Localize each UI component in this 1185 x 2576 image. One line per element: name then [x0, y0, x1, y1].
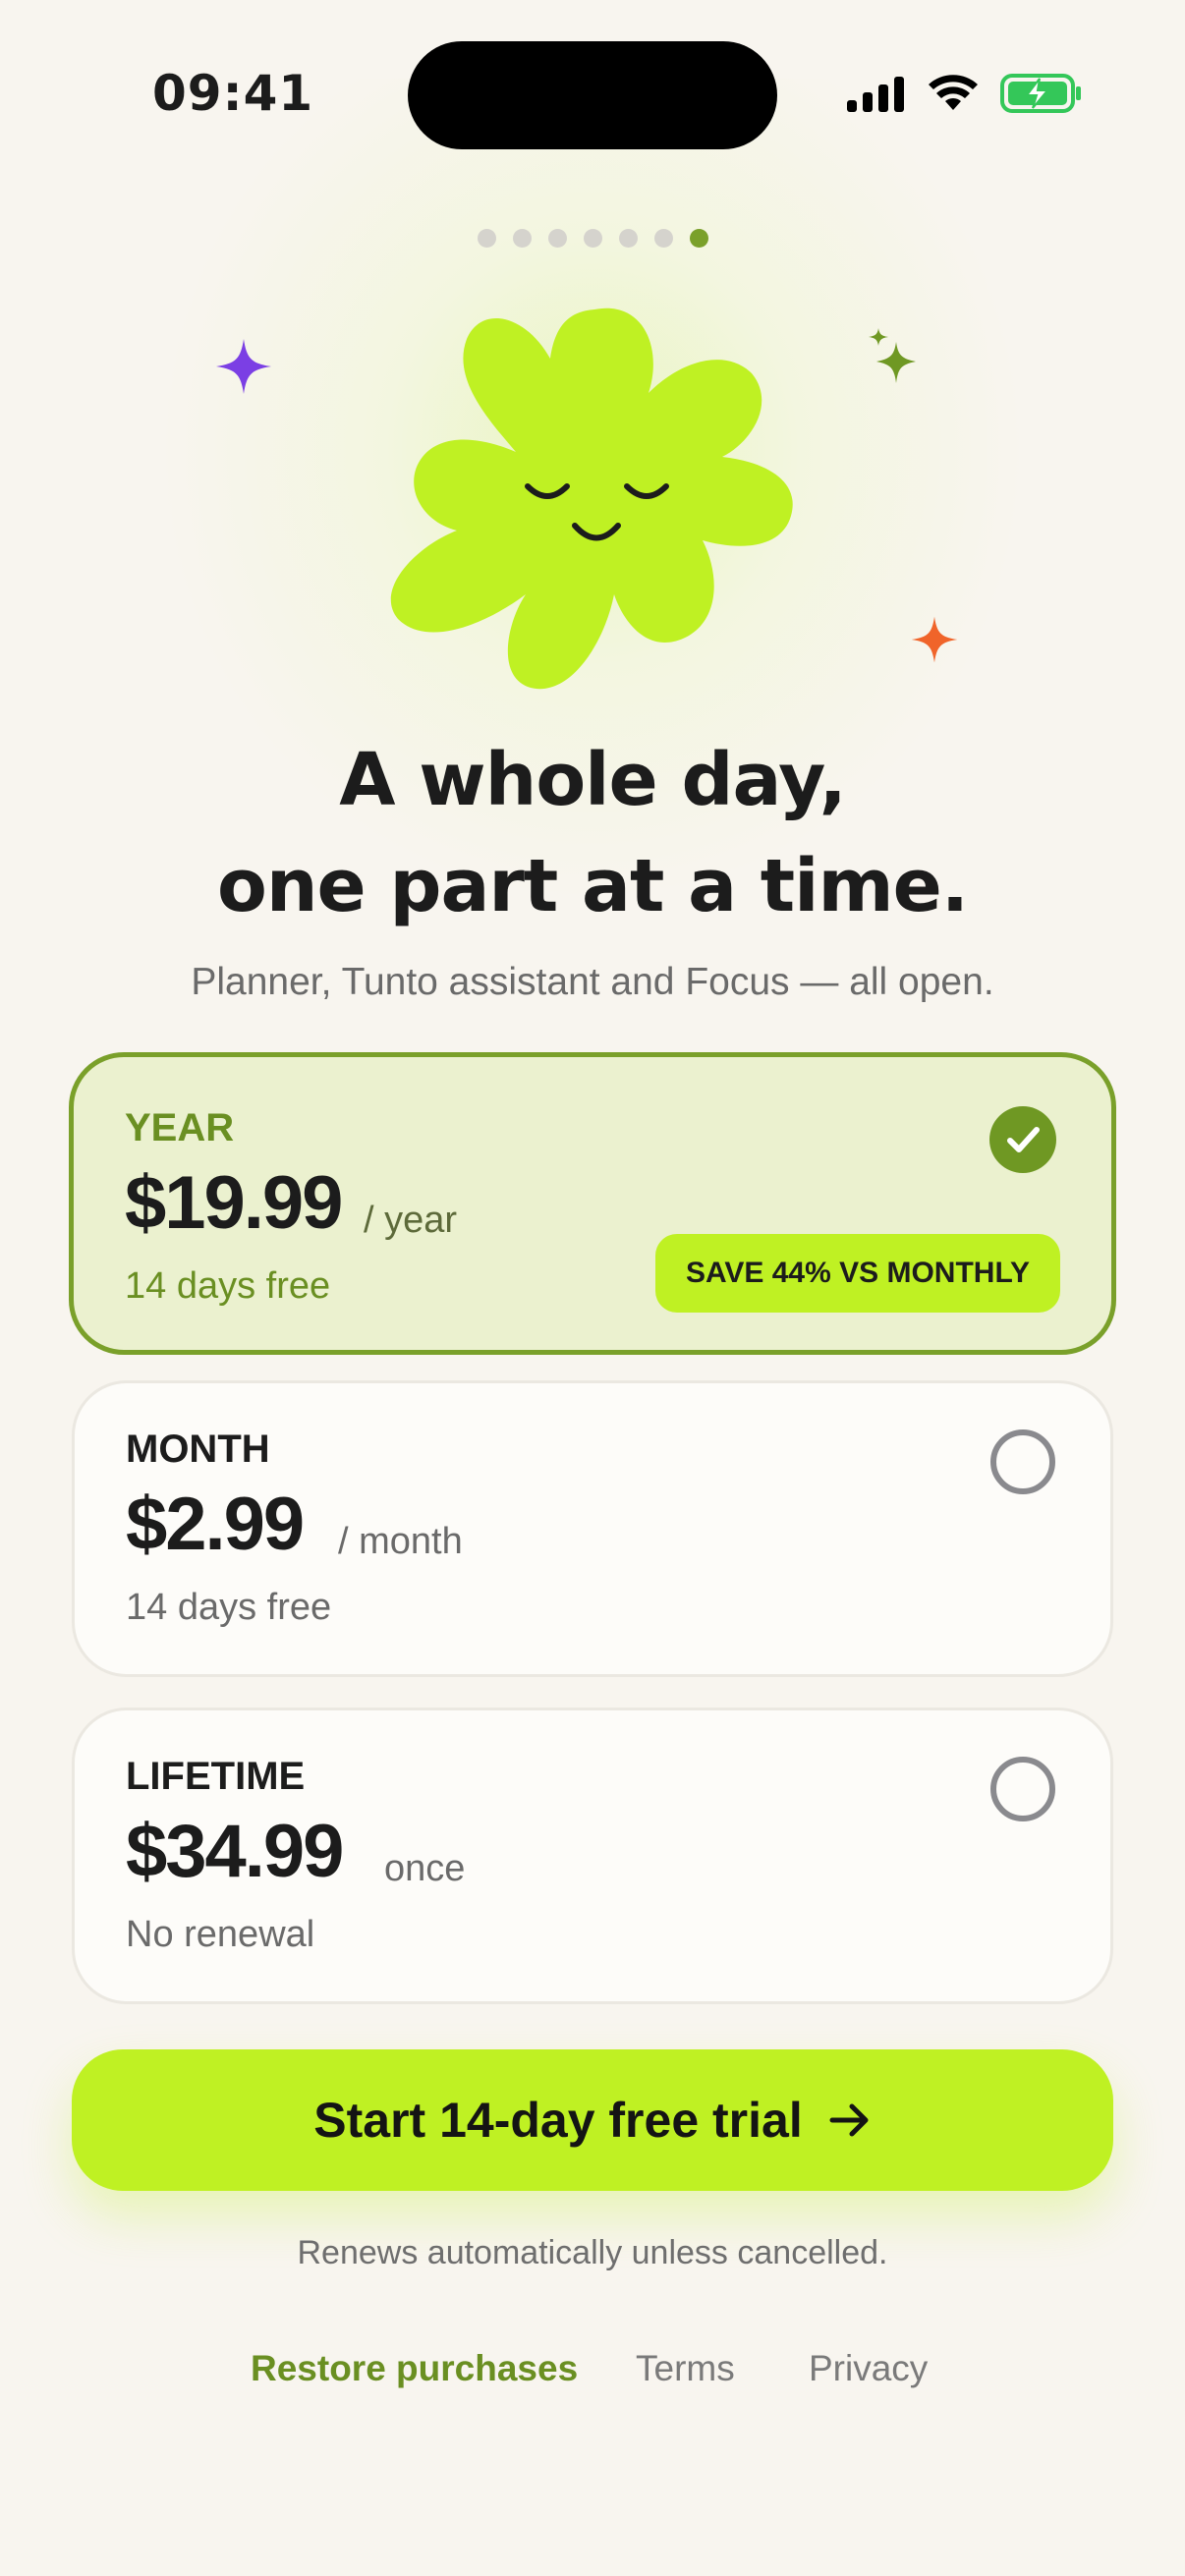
plan-note: 14 days free — [125, 1265, 331, 1307]
cellular-signal-icon — [847, 77, 904, 112]
page-dot — [478, 229, 496, 248]
status-time: 09:41 — [152, 65, 314, 122]
sparkle-icon — [216, 339, 271, 394]
radio-unselected-icon — [990, 1429, 1055, 1494]
subheadline: Planner, Tunto assistant and Focus — all… — [191, 961, 994, 1003]
renewal-note: Renews automatically unless cancelled. — [297, 2234, 888, 2271]
page-dot — [548, 229, 567, 248]
page-dot — [584, 229, 602, 248]
dynamic-island — [408, 41, 777, 149]
battery-charging-icon — [1000, 74, 1081, 113]
sparkles-icon — [869, 328, 916, 383]
selected-check-icon — [989, 1106, 1056, 1173]
wifi-icon — [929, 75, 978, 110]
save-badge: SAVE 44% VS MONTHLY — [655, 1234, 1060, 1313]
plan-unit: / month — [338, 1521, 463, 1562]
sparkle-icon — [911, 616, 958, 663]
restore-purchases-link[interactable]: Restore purchases — [251, 2348, 578, 2389]
headline-line-1: A whole day, — [339, 738, 846, 822]
plan-price: $2.99 — [126, 1483, 305, 1566]
plan-note: 14 days free — [126, 1587, 332, 1628]
privacy-link[interactable]: Privacy — [809, 2348, 928, 2389]
page-dot — [654, 229, 673, 248]
plan-name: YEAR — [125, 1106, 235, 1149]
terms-link[interactable]: Terms — [636, 2348, 735, 2389]
arrow-right-icon — [829, 2103, 869, 2137]
smiling-flower-mascot — [390, 308, 793, 690]
plan-unit: / year — [364, 1200, 458, 1241]
page-dot — [619, 229, 638, 248]
plan-price: $34.99 — [126, 1810, 344, 1893]
plan-unit: once — [384, 1848, 466, 1889]
page-dot — [513, 229, 532, 248]
radio-unselected-icon — [990, 1757, 1055, 1821]
plan-card-year[interactable]: YEAR $19.99 / year 14 days free SAVE 44%… — [69, 1052, 1116, 1355]
page-dot-active — [690, 229, 708, 248]
plan-note: No renewal — [126, 1914, 315, 1955]
plan-name: MONTH — [126, 1428, 270, 1471]
plan-price: $19.99 — [125, 1161, 343, 1245]
plan-card-lifetime[interactable]: LIFETIME $34.99 once No renewal — [72, 1708, 1113, 2004]
plan-name: LIFETIME — [126, 1755, 306, 1798]
cta-label: Start 14-day free trial — [313, 2093, 803, 2148]
start-trial-button[interactable]: Start 14-day free trial — [72, 2049, 1113, 2191]
headline-line-2: one part at a time. — [217, 844, 969, 928]
plan-card-month[interactable]: MONTH $2.99 / month 14 days free — [72, 1380, 1113, 1677]
